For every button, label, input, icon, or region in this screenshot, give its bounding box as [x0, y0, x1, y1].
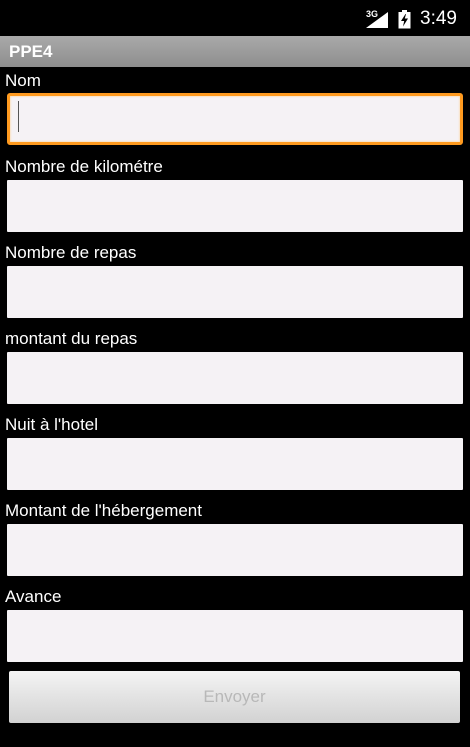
nom-label: Nom [5, 71, 41, 90]
status-bar: 3G 3:49 [0, 0, 470, 36]
lodging-amount-label: Montant de l'hébergement [5, 501, 202, 520]
repas-amount-label: montant du repas [5, 329, 138, 348]
action-bar: PPE4 [0, 36, 470, 67]
repas-count-input[interactable] [7, 266, 463, 318]
signal-icon [366, 12, 388, 28]
kilometre-label: Nombre de kilométre [5, 157, 163, 176]
text-cursor [18, 101, 19, 132]
nom-input[interactable] [7, 93, 463, 145]
battery-charging-icon [398, 10, 411, 29]
app-title: PPE4 [9, 42, 53, 61]
repas-count-label: Nombre de repas [5, 243, 137, 262]
advance-label: Avance [5, 587, 62, 606]
lodging-amount-input[interactable] [7, 524, 463, 576]
kilometre-input[interactable] [7, 180, 463, 232]
advance-input[interactable] [7, 610, 463, 662]
submit-button[interactable]: Envoyer [9, 671, 460, 723]
hotel-nights-input[interactable] [7, 438, 463, 490]
repas-amount-input[interactable] [7, 352, 463, 404]
clock: 3:49 [420, 8, 457, 29]
hotel-nights-label: Nuit à l'hotel [5, 415, 99, 434]
